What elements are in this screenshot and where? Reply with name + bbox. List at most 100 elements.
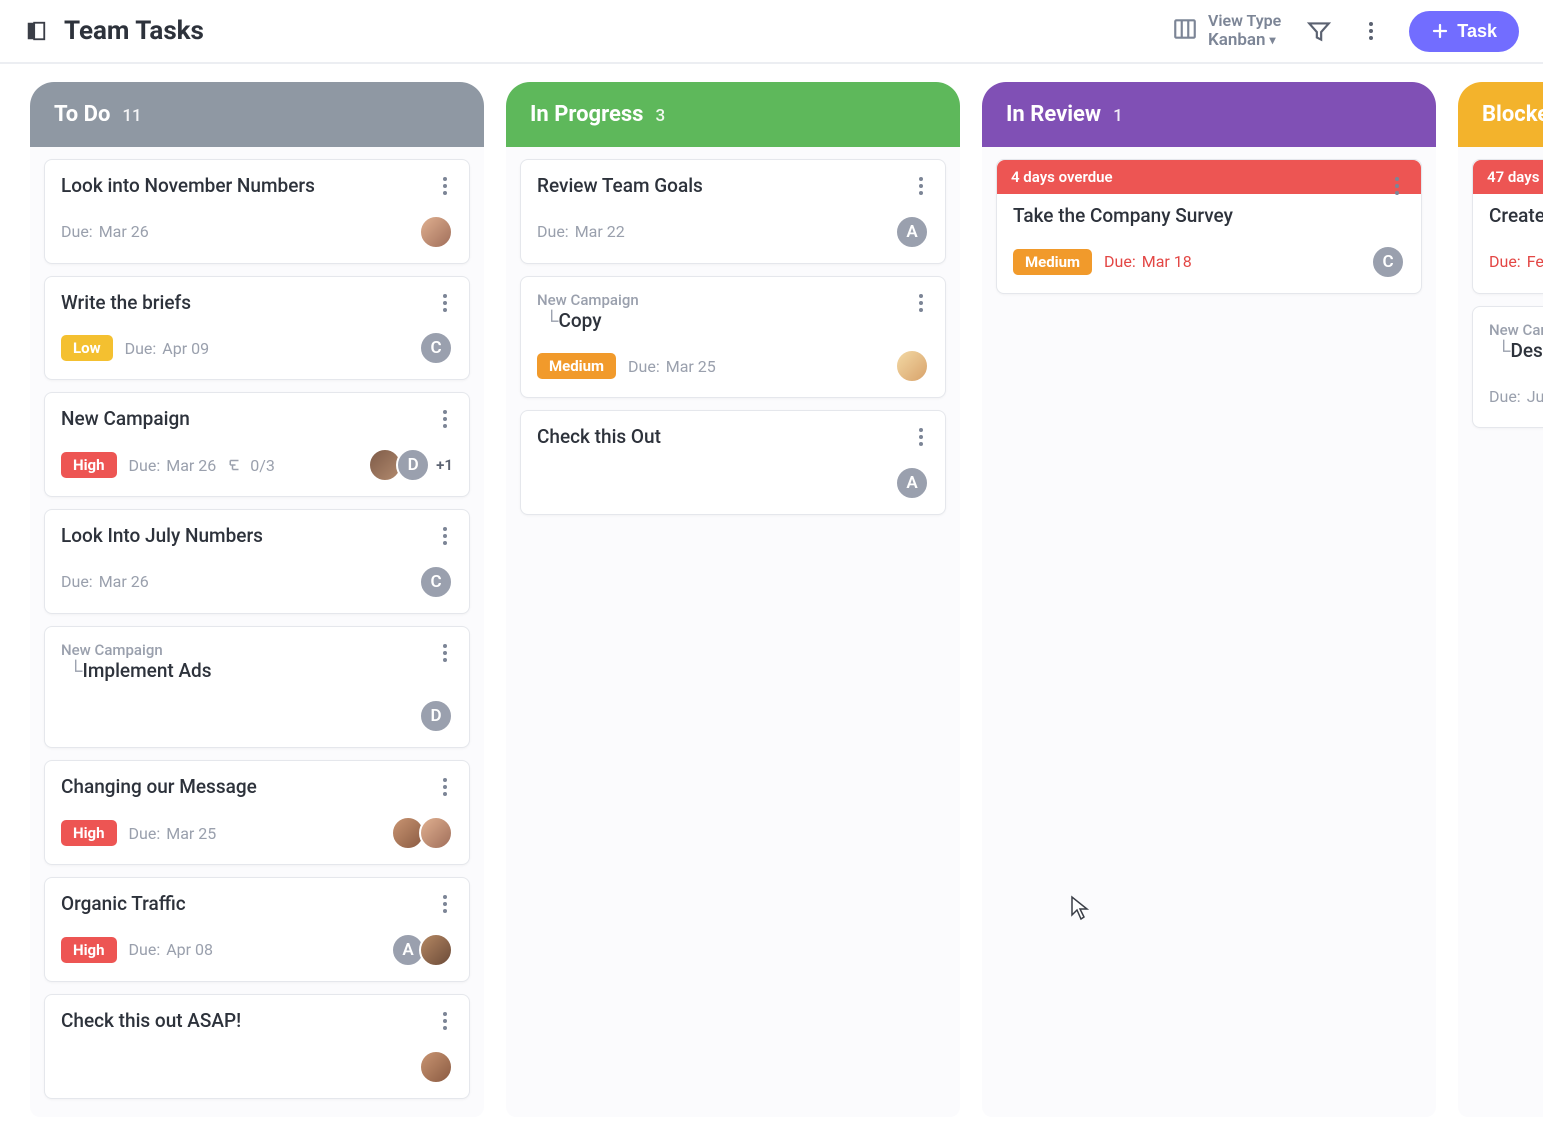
assignees: C xyxy=(419,565,453,599)
task-card[interactable]: New Campaign└Implement Ads D xyxy=(44,626,470,749)
avatar: C xyxy=(1371,245,1405,279)
avatar: C xyxy=(419,331,453,365)
card-more-icon[interactable] xyxy=(909,174,933,198)
card-more-icon[interactable] xyxy=(433,641,457,665)
card-more-icon[interactable] xyxy=(433,407,457,431)
card-title: Look Into July Numbers xyxy=(61,524,453,549)
assignees xyxy=(895,349,929,383)
column-blocked: Blocked47 daysCreateDue:FeNew Campaign└D… xyxy=(1458,82,1543,1117)
priority-chip: Medium xyxy=(1013,249,1092,275)
view-type-value: Kanban▾ xyxy=(1208,30,1281,50)
card-more-icon[interactable] xyxy=(909,291,933,315)
card-title: Changing our Message xyxy=(61,775,453,800)
task-card[interactable]: Look into November NumbersDue:Mar 26 xyxy=(44,159,470,264)
subtask-indicator: 0/3 xyxy=(228,456,275,475)
card-title: Write the briefs xyxy=(61,291,453,316)
avatar: D xyxy=(396,448,430,482)
task-card[interactable]: 4 days overdueTake the Company SurveyMed… xyxy=(996,159,1422,294)
due-block: Due:Mar 25 xyxy=(628,357,716,376)
due-block: Due:Apr 09 xyxy=(125,339,209,358)
column-count: 3 xyxy=(655,106,665,126)
assignees xyxy=(419,1050,453,1084)
due-block: Due:Mar 26 xyxy=(61,572,149,591)
card-more-icon[interactable] xyxy=(909,425,933,449)
avatar xyxy=(419,933,453,967)
task-card[interactable]: Organic TrafficHighDue:Apr 08A xyxy=(44,877,470,982)
task-card[interactable]: Review Team GoalsDue:Mar 22A xyxy=(520,159,946,264)
assignees: C xyxy=(1371,245,1405,279)
parent-task-label: New Campaign xyxy=(537,291,929,309)
task-card[interactable]: Changing our Message High Due:Mar 25 xyxy=(44,760,470,865)
avatar: D xyxy=(419,699,453,733)
avatar xyxy=(419,215,453,249)
column-todo: To Do 11 Look into November NumbersDue:Mar… xyxy=(30,82,484,1117)
assignees: D +1 xyxy=(368,448,453,482)
card-more-icon[interactable] xyxy=(433,892,457,916)
assignees xyxy=(419,215,453,249)
filter-icon[interactable] xyxy=(1305,17,1333,45)
card-more-icon[interactable] xyxy=(433,174,457,198)
page-title: Team Tasks xyxy=(64,16,204,46)
column-title: To Do xyxy=(54,102,110,127)
cards-container: Review Team GoalsDue:Mar 22ANew Campaign… xyxy=(506,147,960,527)
assignees: A xyxy=(391,933,453,967)
card-title: Create xyxy=(1489,204,1543,229)
priority-chip: High xyxy=(61,820,117,846)
card-title: └Implement Ads xyxy=(61,659,453,684)
task-card[interactable]: New Campaign High Due:Mar 26 0/3 D +1 xyxy=(44,392,470,497)
task-card[interactable]: New Campaign└DesignDue:Ju xyxy=(1472,306,1543,429)
collapse-sidebar-icon[interactable] xyxy=(24,19,48,43)
priority-chip: High xyxy=(61,937,117,963)
task-card[interactable]: Check this out ASAP! xyxy=(44,994,470,1099)
assignees: D xyxy=(419,699,453,733)
plus-icon xyxy=(1431,22,1449,40)
card-more-icon[interactable] xyxy=(1385,174,1409,198)
column-header: Blocked xyxy=(1458,82,1543,147)
due-block: Due:Mar 18 xyxy=(1104,252,1192,271)
parent-task-label: New Campaign xyxy=(61,641,453,659)
column-header: To Do 11 xyxy=(30,82,484,147)
column-progress: In Progress3Review Team GoalsDue:Mar 22A… xyxy=(506,82,960,1117)
add-task-button[interactable]: Task xyxy=(1409,11,1519,52)
card-more-icon[interactable] xyxy=(433,291,457,315)
parent-task-label: New Campaign xyxy=(1489,321,1543,339)
task-card[interactable]: Write the briefsLowDue:Apr 09C xyxy=(44,276,470,381)
column-review: In Review14 days overdueTake the Company… xyxy=(982,82,1436,1117)
card-title: New Campaign xyxy=(61,407,453,432)
task-card[interactable]: Look Into July Numbers Due:Mar 26 C xyxy=(44,509,470,614)
column-count: 1 xyxy=(1113,106,1123,126)
task-card[interactable]: 47 daysCreateDue:Fe xyxy=(1472,159,1543,294)
avatar xyxy=(419,1050,453,1084)
app-header: Team Tasks View Type Kanban▾ Task xyxy=(0,0,1543,64)
card-title: Check this Out xyxy=(537,425,929,450)
chevron-down-icon: ▾ xyxy=(1270,33,1276,47)
due-block: Due:Mar 22 xyxy=(537,222,625,241)
due-block: Due:Mar 26 xyxy=(129,456,217,475)
avatar xyxy=(895,349,929,383)
task-card[interactable]: New Campaign└CopyMediumDue:Mar 25 xyxy=(520,276,946,399)
cards-container: 4 days overdueTake the Company SurveyMed… xyxy=(982,147,1436,306)
column-title: Blocked xyxy=(1482,102,1543,127)
card-more-icon[interactable] xyxy=(433,524,457,548)
assignees xyxy=(391,816,453,850)
card-title: └Design xyxy=(1489,339,1543,364)
due-block: Due:Apr 08 xyxy=(129,940,213,959)
priority-chip: High xyxy=(61,452,117,478)
cards-container: Look into November NumbersDue:Mar 26 Writ… xyxy=(30,147,484,1107)
card-more-icon[interactable] xyxy=(433,1009,457,1033)
header-more-icon[interactable] xyxy=(1357,17,1385,45)
view-type-selector[interactable]: View Type Kanban▾ xyxy=(1172,11,1281,51)
task-card[interactable]: Check this Out A xyxy=(520,410,946,515)
assignee-more-count: +1 xyxy=(436,456,453,474)
view-type-label: View Type xyxy=(1208,11,1281,30)
card-more-icon[interactable] xyxy=(433,775,457,799)
assignees: A xyxy=(895,466,929,500)
column-count: 11 xyxy=(122,106,141,126)
priority-chip: Medium xyxy=(537,353,616,379)
due-block: Due:Mar 25 xyxy=(129,824,217,843)
due-block: Due:Fe xyxy=(1489,252,1543,271)
card-title: Take the Company Survey xyxy=(1013,204,1405,229)
assignees: A xyxy=(895,215,929,249)
cards-container: 47 daysCreateDue:FeNew Campaign└DesignDu… xyxy=(1458,147,1543,440)
kanban-board: To Do 11 Look into November NumbersDue:Mar… xyxy=(0,64,1543,1135)
